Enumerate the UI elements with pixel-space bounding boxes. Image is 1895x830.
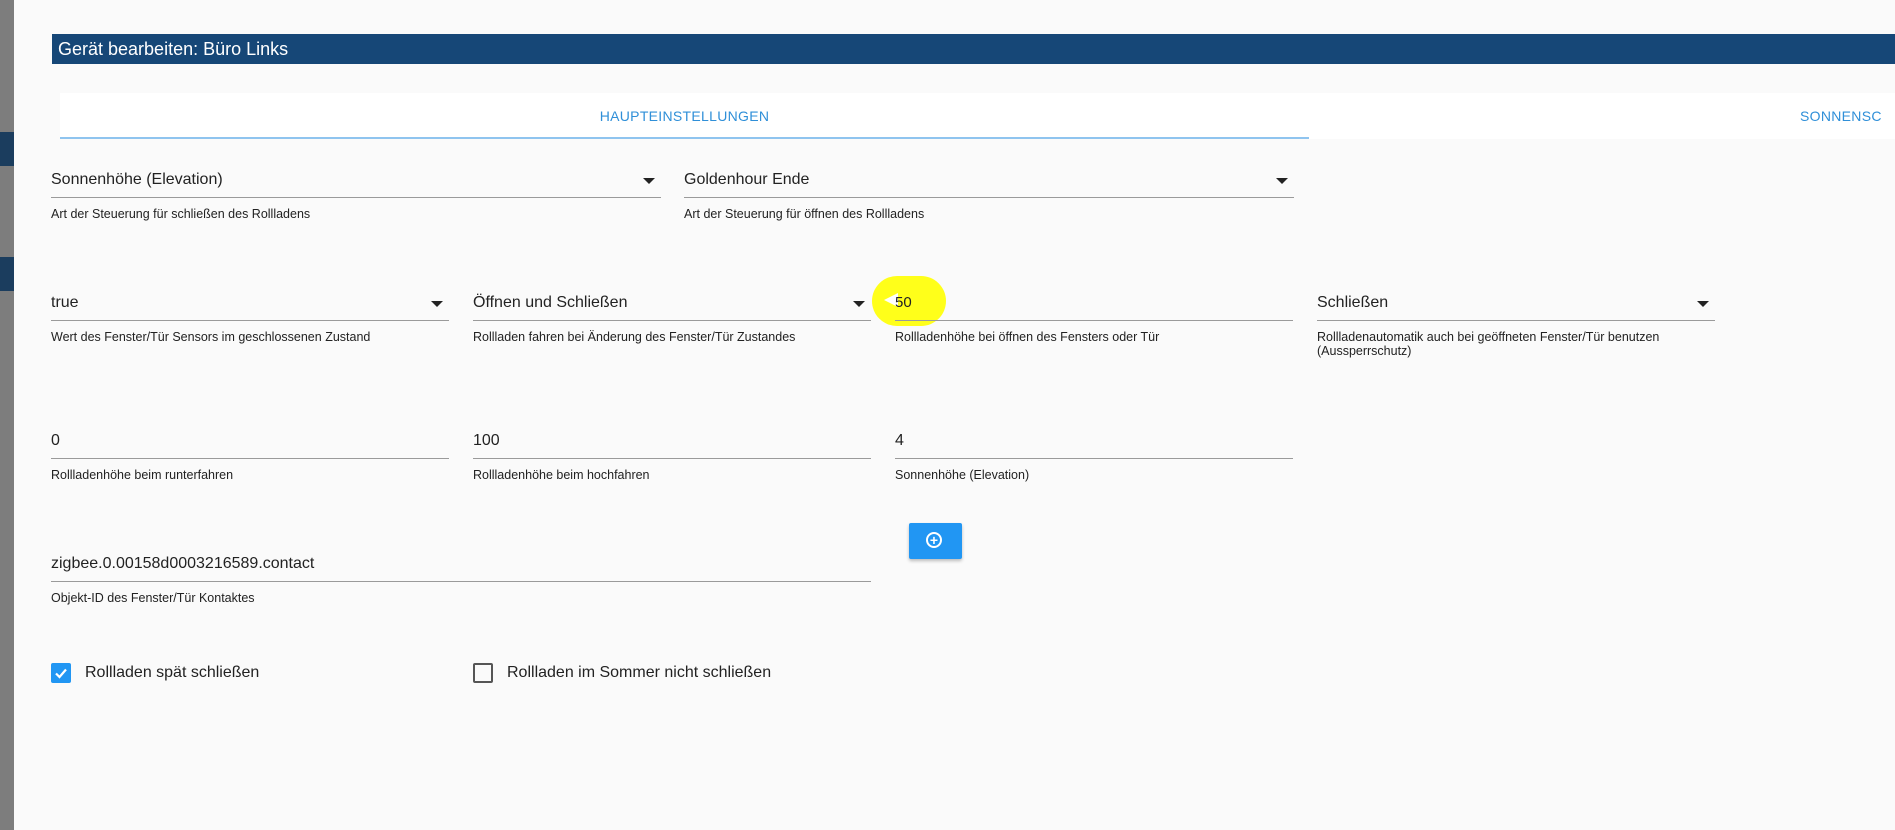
caret-down-icon xyxy=(643,178,655,184)
down-height-value: 0 xyxy=(51,432,60,449)
drive-on-change-value: Öffnen und Schließen xyxy=(473,294,628,311)
dialog-title: Gerät bearbeiten: Büro Links xyxy=(52,34,1895,64)
sensor-value-value: true xyxy=(51,294,79,311)
background-app-band xyxy=(0,257,14,291)
contact-id-input[interactable]: zigbee.0.00158d0003216589.contact Objekt… xyxy=(51,547,871,605)
down-height-input[interactable]: 0 Rollladenhöhe beim runterfahren xyxy=(51,424,449,482)
drive-on-change-select[interactable]: Öffnen und Schließen Rollladen fahren be… xyxy=(473,286,871,344)
summer-no-close-checkbox[interactable]: Rollladen im Sommer nicht schließen xyxy=(473,663,771,683)
elevation-input[interactable]: 4 Sonnenhöhe (Elevation) xyxy=(895,424,1293,482)
tab-main-settings[interactable]: HAUPTEINSTELLUNGEN xyxy=(60,93,1309,139)
sensor-value-help: Wert des Fenster/Tür Sensors im geschlos… xyxy=(51,330,371,344)
window-open-height-value: 50 xyxy=(895,294,912,311)
window-open-height-help: Rollladenhöhe bei öffnen des Fensters od… xyxy=(895,330,1160,344)
background-app-band xyxy=(0,132,14,166)
sensor-value-select[interactable]: true Wert des Fenster/Tür Sensors im ges… xyxy=(51,286,449,344)
checkmark-icon xyxy=(55,668,67,679)
close-control-select[interactable]: Sonnenhöhe (Elevation) Art der Steuerung… xyxy=(51,163,661,221)
lockout-value: Schließen xyxy=(1317,294,1389,311)
lockout-select[interactable]: Schließen Rollladenautomatik auch bei ge… xyxy=(1317,286,1715,358)
contact-id-help: Objekt-ID des Fenster/Tür Kontaktes xyxy=(51,591,255,605)
late-close-label: Rollladen spät schließen xyxy=(85,664,260,681)
up-height-value: 100 xyxy=(473,432,500,449)
late-close-checkbox[interactable]: Rollladen spät schließen xyxy=(51,663,259,683)
close-control-help: Art der Steuerung für schließen des Roll… xyxy=(51,207,311,221)
open-control-select[interactable]: Goldenhour Ende Art der Steuerung für öf… xyxy=(684,163,1294,221)
down-height-help: Rollladenhöhe beim runterfahren xyxy=(51,468,234,482)
drive-on-change-help: Rollladen fahren bei Änderung des Fenste… xyxy=(473,330,796,344)
up-height-input[interactable]: 100 Rollladenhöhe beim hochfahren xyxy=(473,424,871,482)
caret-down-icon xyxy=(1276,178,1288,184)
open-control-value: Goldenhour Ende xyxy=(684,171,810,188)
tab-sun[interactable]: SONNENSC xyxy=(1800,93,1895,139)
caret-down-icon xyxy=(853,301,865,307)
close-control-value: Sonnenhöhe (Elevation) xyxy=(51,171,223,188)
tab-bar: HAUPTEINSTELLUNGEN SONNENSC xyxy=(60,93,1895,139)
caret-down-icon xyxy=(1697,301,1709,307)
edit-device-dialog: Gerät bearbeiten: Büro Links HAUPTEINSTE… xyxy=(14,0,1895,830)
elevation-value: 4 xyxy=(895,432,904,449)
elevation-help: Sonnenhöhe (Elevation) xyxy=(895,468,1030,482)
lockout-help: Rollladenautomatik auch bei geöffneten F… xyxy=(1317,330,1660,358)
checkbox-unchecked[interactable] xyxy=(473,663,493,683)
caret-down-icon xyxy=(431,301,443,307)
open-control-help: Art der Steuerung für öffnen des Rolllad… xyxy=(684,207,925,221)
summer-no-close-label: Rollladen im Sommer nicht schließen xyxy=(507,664,772,681)
add-circle-icon: + xyxy=(926,532,942,548)
checkbox-checked[interactable] xyxy=(51,663,71,683)
add-button[interactable]: + xyxy=(909,523,962,559)
contact-id-value: zigbee.0.00158d0003216589.contact xyxy=(51,555,315,572)
background-app-edge xyxy=(0,0,14,830)
window-open-height-input[interactable]: 50 Rollladenhöhe bei öffnen des Fensters… xyxy=(895,286,1293,344)
up-height-help: Rollladenhöhe beim hochfahren xyxy=(473,468,650,482)
